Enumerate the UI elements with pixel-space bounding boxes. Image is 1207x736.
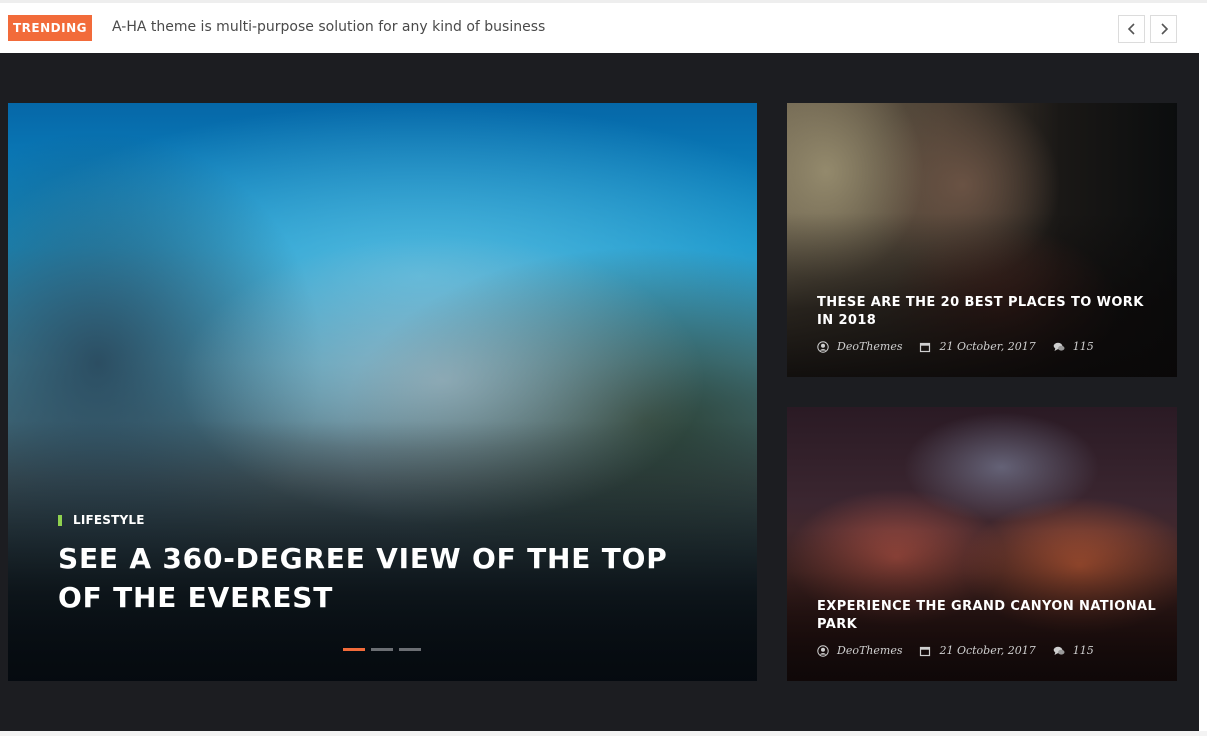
- slider-pagination: [343, 648, 421, 651]
- chevron-right-icon: [1160, 23, 1168, 35]
- comments-icon: [1053, 646, 1065, 655]
- page-edge: [1199, 53, 1207, 736]
- author-name: DeoThemes: [837, 340, 903, 353]
- slider-dot[interactable]: [343, 648, 365, 651]
- user-icon: [817, 644, 829, 657]
- post-author[interactable]: DeoThemes: [817, 340, 902, 353]
- comments-icon: [1053, 342, 1065, 351]
- post-comments[interactable]: 115: [1053, 644, 1094, 657]
- trending-next-button[interactable]: [1150, 15, 1177, 43]
- calendar-icon: [920, 646, 931, 656]
- slider-dot[interactable]: [399, 648, 421, 651]
- post-meta: DeoThemes 21 October, 2017 115: [817, 340, 1111, 353]
- side-post-title[interactable]: THESE ARE THE 20 BEST PLACES TO WORK IN …: [817, 294, 1162, 330]
- side-post-card[interactable]: THESE ARE THE 20 BEST PLACES TO WORK IN …: [787, 103, 1177, 377]
- trending-prev-button[interactable]: [1118, 15, 1145, 43]
- author-name: DeoThemes: [837, 644, 903, 657]
- trending-headline-link[interactable]: A-HA theme is multi-purpose solution for…: [112, 19, 545, 35]
- comment-count: 115: [1072, 340, 1094, 353]
- post-comments[interactable]: 115: [1053, 340, 1094, 353]
- date-text: 21 October, 2017: [939, 340, 1036, 353]
- bottom-border: [0, 731, 1207, 736]
- comment-count: 115: [1072, 644, 1094, 657]
- trending-bar: TRENDING A-HA theme is multi-purpose sol…: [0, 3, 1207, 53]
- category-tag[interactable]: LIFESTYLE: [58, 513, 145, 527]
- side-post-title[interactable]: EXPERIENCE THE GRAND CANYON NATIONAL PAR…: [817, 598, 1162, 634]
- trending-badge: TRENDING: [8, 15, 92, 41]
- featured-post-card[interactable]: LIFESTYLE SEE A 360-DEGREE VIEW OF THE T…: [8, 103, 757, 681]
- post-date: 21 October, 2017: [919, 340, 1036, 353]
- category-marker: [58, 514, 62, 526]
- slider-dot[interactable]: [371, 648, 393, 651]
- featured-post-title[interactable]: SEE A 360-DEGREE VIEW OF THE TOP OF THE …: [58, 539, 708, 617]
- post-date: 21 October, 2017: [919, 644, 1036, 657]
- chevron-left-icon: [1127, 23, 1135, 35]
- post-meta: DeoThemes 21 October, 2017 115: [817, 644, 1111, 657]
- calendar-icon: [920, 342, 931, 352]
- user-icon: [817, 340, 829, 353]
- side-post-card[interactable]: EXPERIENCE THE GRAND CANYON NATIONAL PAR…: [787, 407, 1177, 681]
- date-text: 21 October, 2017: [939, 644, 1036, 657]
- category-label: LIFESTYLE: [73, 513, 145, 527]
- post-author[interactable]: DeoThemes: [817, 644, 902, 657]
